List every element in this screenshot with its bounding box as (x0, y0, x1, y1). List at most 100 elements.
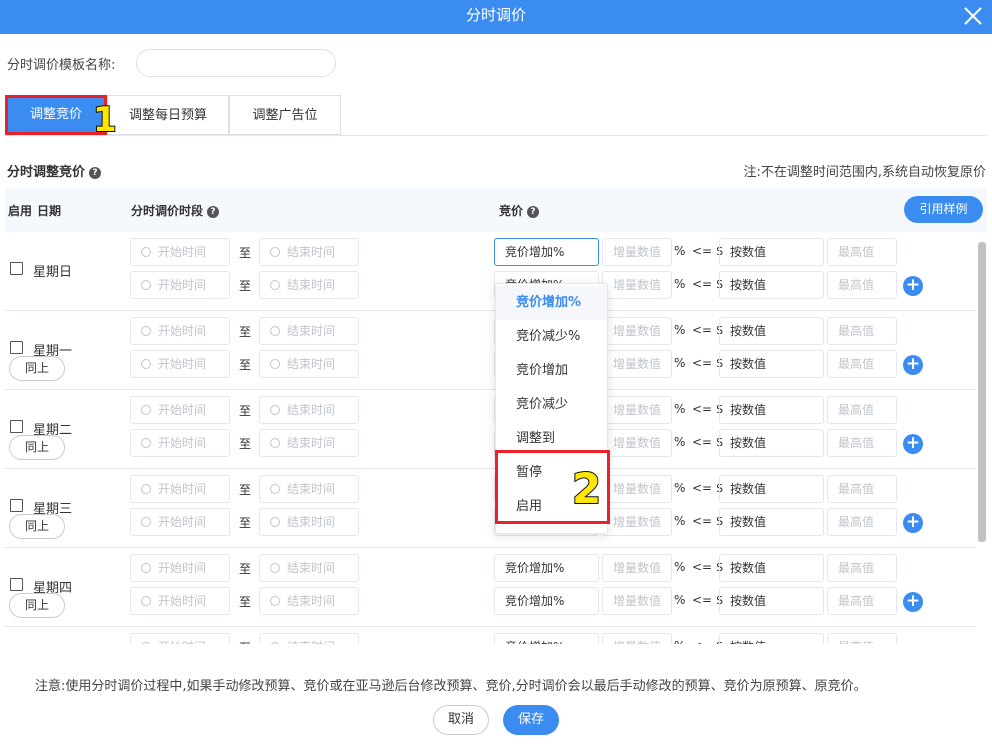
save-button[interactable]: 保存 (503, 705, 559, 735)
calc-method-select[interactable]: 按数值 (719, 350, 824, 378)
increase-value-input[interactable]: 增量数值 (602, 587, 672, 615)
end-time-input[interactable]: 结束时间 (259, 317, 359, 345)
same-as-above-button[interactable]: 同上 (9, 593, 65, 618)
bid-mode-select[interactable]: 竞价增加% (494, 238, 599, 266)
increase-value-input[interactable]: 增量数值 (602, 238, 672, 266)
start-time-input[interactable]: 开始时间 (130, 396, 230, 424)
increase-value-input[interactable]: 增量数值 (602, 350, 672, 378)
add-period-icon[interactable]: + (903, 355, 923, 375)
calc-method-select[interactable]: 按数值 (719, 238, 824, 266)
table-row: 星期二同上开始时间至结束时间竞价增加%增量数值%<= $按数值最高值开始时间至结… (5, 390, 976, 469)
clock-icon (270, 438, 280, 448)
max-value-input[interactable]: 最高值 (827, 238, 897, 266)
enable-checkbox[interactable] (10, 420, 23, 433)
max-value-input[interactable]: 最高值 (827, 587, 897, 615)
to-label: 至 (239, 483, 252, 497)
add-period-icon[interactable]: + (903, 513, 923, 533)
enable-checkbox[interactable] (10, 262, 23, 275)
increase-value-input[interactable]: 增量数值 (602, 475, 672, 503)
start-time-placeholder: 开始时间 (158, 640, 206, 644)
add-period-icon[interactable]: + (903, 434, 923, 454)
cancel-button[interactable]: 取消 (433, 705, 489, 735)
max-value-input[interactable]: 最高值 (827, 396, 897, 424)
start-time-input[interactable]: 开始时间 (130, 238, 230, 266)
enable-checkbox[interactable] (10, 341, 23, 354)
enable-checkbox[interactable] (10, 499, 23, 512)
start-time-placeholder: 开始时间 (158, 403, 207, 417)
scrollbar[interactable] (976, 232, 988, 644)
end-time-input[interactable]: 结束时间 (259, 508, 359, 536)
start-time-input[interactable]: 开始时间 (130, 350, 230, 378)
max-value-input[interactable]: 最高值 (827, 508, 897, 536)
tab-adjust-daily-budget[interactable]: 调整每日预算 (107, 95, 229, 135)
end-time-input[interactable]: 结束时间 (259, 350, 359, 378)
end-time-input[interactable]: 结束时间 (259, 429, 359, 457)
max-value-input[interactable]: 最高值 (827, 317, 897, 345)
add-period-icon[interactable]: + (903, 592, 923, 612)
increase-value-input[interactable]: 增量数值 (602, 396, 672, 424)
max-value-input[interactable]: 最高值 (827, 554, 897, 582)
template-name-input[interactable] (136, 49, 336, 77)
max-value-input[interactable]: 最高值 (827, 350, 897, 378)
clock-icon (141, 405, 151, 415)
max-value-input[interactable]: 最高值 (827, 271, 897, 299)
end-time-input[interactable]: 结束时间 (259, 238, 359, 266)
bid-mode-select[interactable]: 竞价增加% (494, 554, 599, 582)
end-time-input[interactable]: 结束时间 (259, 554, 359, 582)
dropdown-option[interactable]: 竞价减少 (496, 388, 607, 422)
start-time-input[interactable]: 开始时间 (130, 429, 230, 457)
start-time-input[interactable]: 开始时间 (130, 317, 230, 345)
percent-label: % (674, 481, 686, 495)
start-time-input[interactable]: 开始时间 (130, 271, 230, 299)
percent-label: % (674, 514, 686, 528)
bid-mode-select[interactable]: 竞价增加% (494, 587, 599, 615)
period-help-icon[interactable]: ? (207, 206, 220, 218)
start-time-input[interactable]: 开始时间 (130, 475, 230, 503)
bid-help-icon[interactable]: ? (527, 206, 540, 218)
max-value-input[interactable]: 最高值 (827, 633, 897, 644)
start-time-input[interactable]: 开始时间 (130, 554, 230, 582)
increase-value-input[interactable]: 增量数值 (602, 508, 672, 536)
calc-method-select[interactable]: 按数值 (719, 508, 824, 536)
increase-value-input[interactable]: 增量数值 (602, 317, 672, 345)
same-as-above-button[interactable]: 同上 (9, 435, 65, 460)
dropdown-option[interactable]: 竞价增加 (496, 354, 607, 388)
start-time-input[interactable]: 开始时间 (130, 633, 230, 644)
close-icon[interactable] (960, 3, 986, 29)
dropdown-option[interactable]: 竞价减少% (496, 320, 607, 354)
end-time-input[interactable]: 结束时间 (259, 587, 359, 615)
increase-value-input[interactable]: 增量数值 (602, 633, 672, 644)
end-time-input[interactable]: 结束时间 (259, 271, 359, 299)
tab-adjust-bid[interactable]: 调整竞价 (5, 95, 107, 135)
max-value-input[interactable]: 最高值 (827, 475, 897, 503)
tab-adjust-placement[interactable]: 调整广告位 (229, 95, 341, 135)
start-time-input[interactable]: 开始时间 (130, 508, 230, 536)
enable-checkbox[interactable] (10, 578, 23, 591)
start-time-input[interactable]: 开始时间 (130, 587, 230, 615)
calc-method-select[interactable]: 按数值 (719, 429, 824, 457)
max-value-input[interactable]: 最高值 (827, 429, 897, 457)
scrollbar-thumb[interactable] (978, 242, 986, 542)
calc-method-select[interactable]: 按数值 (719, 271, 824, 299)
calc-method-select[interactable]: 按数值 (719, 475, 824, 503)
help-icon[interactable]: ? (89, 167, 102, 179)
bid-mode-select[interactable]: 竞价增加% (494, 633, 599, 644)
increase-value-input[interactable]: 增量数值 (602, 554, 672, 582)
end-time-input[interactable]: 结束时间 (259, 633, 359, 644)
end-time-input[interactable]: 结束时间 (259, 475, 359, 503)
dropdown-option[interactable]: 竞价增加% (496, 286, 607, 320)
same-as-above-button[interactable]: 同上 (9, 356, 65, 381)
increase-value-input[interactable]: 增量数值 (602, 271, 672, 299)
calc-method-select[interactable]: 按数值 (719, 633, 824, 644)
table-row: 星期四 同上 开始时间至结束时间 竞价增加% 增量数值% <= $ 按数值 最高值 开始时间至结… (5, 548, 976, 627)
calc-method-select[interactable]: 按数值 (719, 554, 824, 582)
end-time-input[interactable]: 结束时间 (259, 396, 359, 424)
same-as-above-button[interactable]: 同上 (9, 514, 65, 539)
calc-method-select[interactable]: 按数值 (719, 396, 824, 424)
add-period-icon[interactable]: + (903, 276, 923, 296)
calc-method-select[interactable]: 按数值 (719, 317, 824, 345)
to-label: 至 (239, 358, 252, 372)
calc-method-select[interactable]: 按数值 (719, 587, 824, 615)
reference-example-button[interactable]: 引用样例 (904, 196, 983, 223)
increase-value-input[interactable]: 增量数值 (602, 429, 672, 457)
